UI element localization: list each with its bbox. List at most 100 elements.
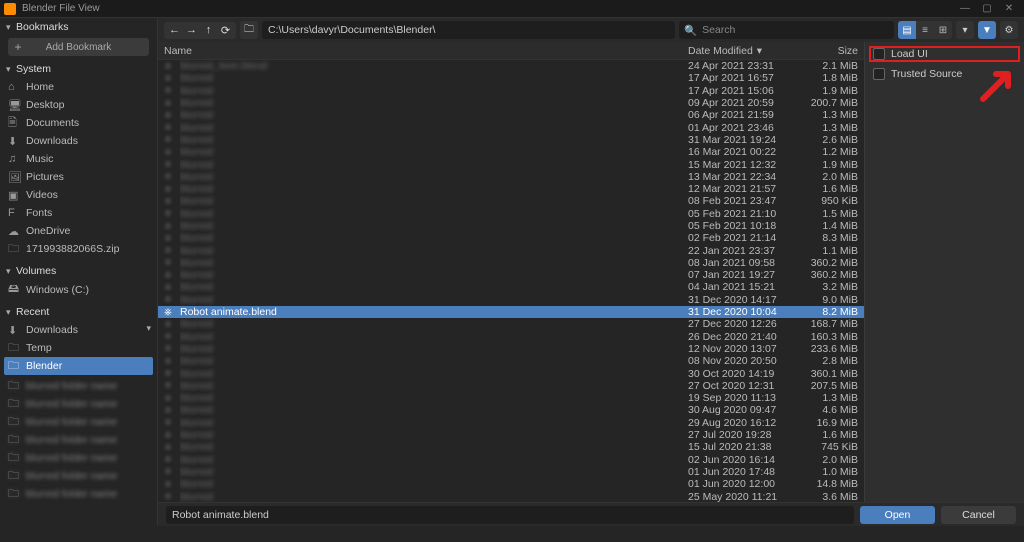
cancel-button[interactable]: Cancel xyxy=(941,506,1016,524)
sidebar-system-item[interactable]: ☁OneDrive xyxy=(4,222,153,240)
chevron-down-icon[interactable]: ▾ xyxy=(146,323,151,334)
file-row[interactable]: ⎈blurred08 Jan 2021 09:58360.2 MiB xyxy=(158,257,864,269)
minimize-button[interactable]: — xyxy=(954,3,976,14)
file-row[interactable]: ⎈blurred27 Jul 2020 19:281.6 MiB xyxy=(158,429,864,441)
file-row[interactable]: ⎈blurred01 Jun 2020 12:0014.8 MiB xyxy=(158,478,864,490)
sidebar-recent-item[interactable]: 🗀blurred folder name xyxy=(4,449,153,467)
col-date[interactable]: Date Modified ▾ xyxy=(688,45,803,57)
file-row[interactable]: ⎈blurred02 Jun 2020 16:142.0 MiB xyxy=(158,454,864,466)
file-row[interactable]: ⎈blurred30 Aug 2020 09:474.6 MiB xyxy=(158,404,864,416)
sidebar-recent-item[interactable]: ⬇Downloads xyxy=(4,321,153,339)
forward-button[interactable]: → xyxy=(184,24,199,37)
sidebar-recent-item[interactable]: 🗀blurred folder name xyxy=(4,377,153,395)
maximize-button[interactable]: ▢ xyxy=(976,3,998,14)
item-label: blurred folder name xyxy=(26,398,117,410)
up-button[interactable]: ↑ xyxy=(201,24,216,37)
file-row[interactable]: ⎈blurred04 Jan 2021 15:213.2 MiB xyxy=(158,281,864,293)
col-size[interactable]: Size xyxy=(803,45,858,57)
file-icon: ⎈ xyxy=(164,417,180,428)
view-thumbnail[interactable]: ⊞ xyxy=(934,21,952,39)
sidebar-recent-item[interactable]: 🗀Temp xyxy=(4,339,153,357)
checkbox-icon[interactable] xyxy=(873,68,885,80)
file-row[interactable]: ⎈blurred19 Sep 2020 11:131.3 MiB xyxy=(158,392,864,404)
search-input[interactable]: 🔍 Search xyxy=(679,21,894,39)
sort-dropdown[interactable]: ▾ xyxy=(956,21,974,39)
file-row[interactable]: ⎈blurred12 Nov 2020 13:07233.6 MiB xyxy=(158,343,864,355)
sidebar-system-item[interactable]: FFonts xyxy=(4,204,153,222)
file-row[interactable]: ⎈blurred22 Jan 2021 23:371.1 MiB xyxy=(158,244,864,256)
sidebar-system-item[interactable]: ⌂Home xyxy=(4,78,153,96)
file-row[interactable]: ⎈blurred29 Aug 2020 16:1216.9 MiB xyxy=(158,417,864,429)
file-row[interactable]: ⎈blurred02 Feb 2021 21:148.3 MiB xyxy=(158,232,864,244)
file-row[interactable]: ⎈blurred05 Feb 2021 21:101.5 MiB xyxy=(158,208,864,220)
folder-icon: ▣ xyxy=(8,189,26,202)
path-input[interactable]: C:\Users\davyr\Documents\Blender\ xyxy=(262,21,675,39)
open-button[interactable]: Open xyxy=(860,506,935,524)
sidebar-recent-item[interactable]: 🗀blurred folder name xyxy=(4,431,153,449)
load-ui-option[interactable]: Load UI xyxy=(869,46,1020,62)
file-row[interactable]: ⎈blurred01 Jun 2020 17:481.0 MiB xyxy=(158,466,864,478)
sidebar-recent-item[interactable]: 🗀blurred folder name xyxy=(4,413,153,431)
file-row[interactable]: ⎈Robot animate.blend31 Dec 2020 10:048.2… xyxy=(158,306,864,318)
file-row[interactable]: ⎈blurred12 Mar 2021 21:571.6 MiB xyxy=(158,183,864,195)
file-row[interactable]: ⎈blurred25 May 2020 11:213.6 MiB xyxy=(158,490,864,502)
file-row[interactable]: ⎈blurred15 Jul 2020 21:38745 KiB xyxy=(158,441,864,453)
settings-button[interactable]: ⚙ xyxy=(1000,21,1018,39)
file-icon: ⎈ xyxy=(164,491,180,502)
volumes-header[interactable]: ▾ Volumes xyxy=(0,262,157,280)
file-row[interactable]: ⎈blurred07 Jan 2021 19:27360.2 MiB xyxy=(158,269,864,281)
recent-label: Recent xyxy=(16,306,49,318)
view-list-vertical[interactable]: ▤ xyxy=(898,21,916,39)
system-header[interactable]: ▾ System xyxy=(0,60,157,78)
file-row[interactable]: ⎈blurred01 Apr 2021 23:461.3 MiB xyxy=(158,121,864,133)
view-list-horizontal[interactable]: ≡ xyxy=(916,21,934,39)
sidebar-system-item[interactable]: 🖥Desktop xyxy=(4,96,153,114)
sidebar-recent-item[interactable]: 🗀blurred folder name xyxy=(4,395,153,413)
sidebar-recent-item[interactable]: 🗀Blender xyxy=(4,357,153,375)
sidebar-volume-item[interactable]: 🖴Windows (C:) xyxy=(4,280,153,299)
file-row[interactable]: ⎈blurred27 Oct 2020 12:31207.5 MiB xyxy=(158,380,864,392)
file-row[interactable]: ⎈blurred26 Dec 2020 21:40160.3 MiB xyxy=(158,331,864,343)
add-bookmark-button[interactable]: + Add Bookmark xyxy=(8,38,149,56)
sidebar-system-item[interactable]: ▣Videos xyxy=(4,186,153,204)
col-name[interactable]: Name xyxy=(164,45,688,57)
recent-header[interactable]: ▾ Recent xyxy=(0,303,157,321)
sidebar-system-item[interactable]: 🗀171993882066S.zip xyxy=(4,240,153,258)
file-icon: ⎈ xyxy=(164,184,180,195)
file-row[interactable]: ⎈blurred05 Feb 2021 10:181.4 MiB xyxy=(158,220,864,232)
refresh-button[interactable]: ⟳ xyxy=(218,24,233,37)
file-row[interactable]: ⎈blurred13 Mar 2021 22:342.0 MiB xyxy=(158,171,864,183)
file-row[interactable]: ⎈blurred27 Dec 2020 12:26168.7 MiB xyxy=(158,318,864,330)
close-button[interactable]: ✕ xyxy=(998,3,1020,14)
file-row[interactable]: ⎈blurred30 Oct 2020 14:19360.1 MiB xyxy=(158,367,864,379)
sidebar-system-item[interactable]: ⬇Downloads xyxy=(4,132,153,150)
file-row[interactable]: ⎈blurred31 Mar 2021 19:242.6 MiB xyxy=(158,134,864,146)
new-folder-button[interactable]: 🗀 xyxy=(240,21,258,39)
file-row[interactable]: ⎈blurred17 Apr 2021 16:571.8 MiB xyxy=(158,72,864,84)
sidebar-system-item[interactable]: ♫Music xyxy=(4,150,153,168)
checkbox-icon[interactable] xyxy=(873,48,885,60)
file-row[interactable]: ⎈blurred17 Apr 2021 15:061.9 MiB xyxy=(158,85,864,97)
file-row[interactable]: ⎈blurred15 Mar 2021 12:321.9 MiB xyxy=(158,158,864,170)
file-row[interactable]: ⎈blurred08 Feb 2021 23:47950 KiB xyxy=(158,195,864,207)
sidebar-system-item[interactable]: 🗎Documents xyxy=(4,114,153,132)
file-date: 08 Feb 2021 23:47 xyxy=(688,195,803,207)
sidebar-recent-item[interactable]: 🗀blurred folder name xyxy=(4,485,153,503)
back-button[interactable]: ← xyxy=(167,24,182,37)
filename-input[interactable]: Robot animate.blend xyxy=(166,506,854,524)
bookmarks-header[interactable]: ▾ Bookmarks xyxy=(0,18,157,36)
trusted-source-option[interactable]: Trusted Source xyxy=(873,66,1016,82)
file-date: 24 Apr 2021 23:31 xyxy=(688,60,803,72)
file-row[interactable]: ⎈blurred16 Mar 2021 00:221.2 MiB xyxy=(158,146,864,158)
file-icon: ⎈ xyxy=(164,147,180,158)
file-list[interactable]: ⎈blurred_item.blend24 Apr 2021 23:312.1 … xyxy=(158,60,864,502)
sidebar-system-item[interactable]: 🖼Pictures xyxy=(4,168,153,186)
file-row[interactable]: ⎈blurred08 Nov 2020 20:502.8 MiB xyxy=(158,355,864,367)
file-row[interactable]: ⎈blurred_item.blend24 Apr 2021 23:312.1 … xyxy=(158,60,864,72)
file-row[interactable]: ⎈blurred06 Apr 2021 21:591.3 MiB xyxy=(158,109,864,121)
file-row[interactable]: ⎈blurred31 Dec 2020 14:179.0 MiB xyxy=(158,294,864,306)
file-date: 26 Dec 2020 21:40 xyxy=(688,331,803,343)
file-row[interactable]: ⎈blurred09 Apr 2021 20:59200.7 MiB xyxy=(158,97,864,109)
filter-button[interactable]: ▼ xyxy=(978,21,996,39)
sidebar-recent-item[interactable]: 🗀blurred folder name xyxy=(4,467,153,485)
